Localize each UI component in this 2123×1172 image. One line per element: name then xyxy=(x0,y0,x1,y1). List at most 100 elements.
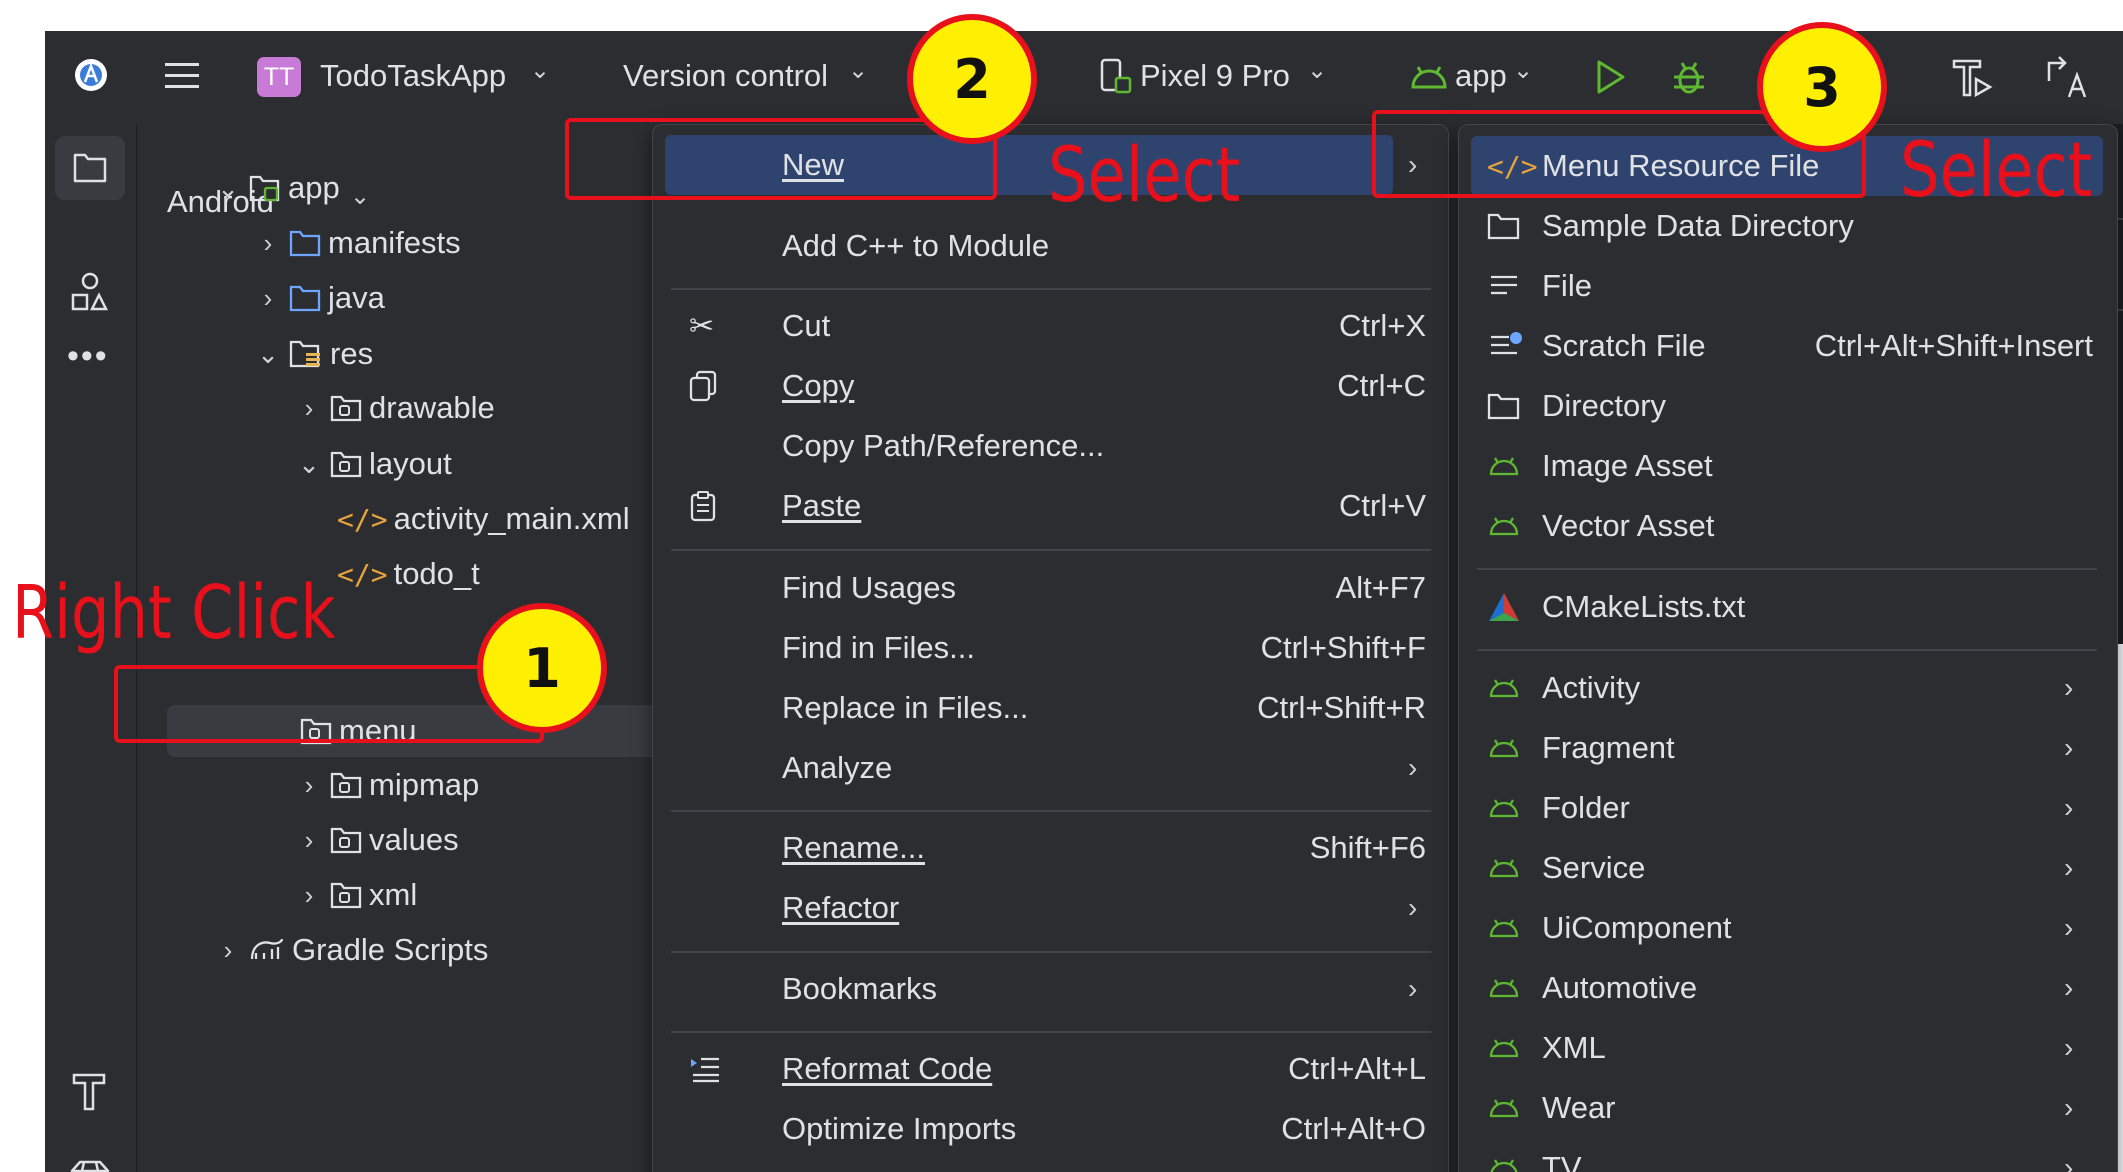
xml-file-icon: </> xyxy=(337,557,388,591)
chevron-down-icon[interactable]: ⌄ xyxy=(208,173,248,204)
tree-label: activity_main.xml xyxy=(393,501,630,536)
gemini-gem-icon[interactable] xyxy=(68,1159,112,1172)
menu-item-paste[interactable]: Paste Ctrl+V xyxy=(653,478,1448,534)
menu-item-tv[interactable]: TV › xyxy=(1459,1140,2117,1172)
vcs-widget[interactable]: Version control xyxy=(623,58,828,94)
chevron-right-icon[interactable]: › xyxy=(248,228,288,259)
menu-item-scratch-file[interactable]: Scratch File Ctrl+Alt+Shift+Insert xyxy=(1459,318,2117,374)
tree-item-layout[interactable]: ⌄ layout xyxy=(289,437,452,491)
tree-item-xml[interactable]: › xml xyxy=(289,868,418,922)
menu-item-analyze[interactable]: Analyze › xyxy=(653,740,1448,796)
chevron-right-icon[interactable]: › xyxy=(208,935,248,966)
tree-item-gradle-scripts[interactable]: › Gradle Scripts xyxy=(208,923,489,977)
resource-manager-icon[interactable] xyxy=(70,271,110,313)
package-folder-icon xyxy=(330,395,362,422)
tree-item-manifests[interactable]: › manifests xyxy=(248,216,461,270)
tree-item-values[interactable]: › values xyxy=(289,813,459,867)
chevron-right-icon[interactable]: › xyxy=(289,880,329,911)
menu-label: Cut xyxy=(782,308,831,343)
menu-item-activity[interactable]: Activity › xyxy=(1459,660,2117,716)
menu-label: Image Asset xyxy=(1542,448,1713,483)
tree-item-res[interactable]: ⌄ res xyxy=(248,327,373,381)
menu-item-cmakelists[interactable]: CMakeLists.txt xyxy=(1459,579,2117,635)
menu-item-xml[interactable]: XML › xyxy=(1459,1020,2117,1076)
project-view-chevron-down-icon[interactable]: ⌄ xyxy=(350,182,370,211)
menu-item-find-usages[interactable]: Find Usages Alt+F7 xyxy=(653,560,1448,616)
run-config-chevron-down-icon[interactable]: ⌄ xyxy=(1513,56,1533,85)
annotation-select-new: Select xyxy=(1048,130,1241,219)
android-run-config-icon[interactable] xyxy=(1410,63,1448,91)
package-folder-icon xyxy=(330,827,362,854)
tree-label: app xyxy=(288,170,340,205)
chevron-down-icon[interactable]: ⌄ xyxy=(248,339,288,370)
tree-item-java[interactable]: › java xyxy=(248,271,385,325)
menu-item-vector-asset[interactable]: Vector Asset xyxy=(1459,498,2117,554)
folder-icon xyxy=(289,285,321,312)
paste-clipboard-icon xyxy=(690,491,716,522)
tree-item-activity-main[interactable]: </> activity_main.xml xyxy=(337,492,630,546)
tree-label: xml xyxy=(369,877,418,912)
separator xyxy=(671,951,1431,953)
chevron-right-icon: › xyxy=(2064,852,2074,883)
tree-item-drawable[interactable]: › drawable xyxy=(289,381,495,435)
build-hammer-icon[interactable] xyxy=(1950,55,1996,99)
menu-item-fragment[interactable]: Fragment › xyxy=(1459,720,2117,776)
menu-item-reformat-code[interactable]: Reformat Code Ctrl+Alt+L xyxy=(653,1041,1448,1097)
menu-label: Bookmarks xyxy=(782,971,938,1006)
menu-label: Activity xyxy=(1542,670,1641,705)
menu-item-directory[interactable]: Directory xyxy=(1459,378,2117,434)
device-chevron-down-icon[interactable]: ⌄ xyxy=(1307,56,1327,85)
translate-action-icon[interactable] xyxy=(2045,53,2093,101)
module-folder-icon xyxy=(249,175,280,202)
build-tool-icon[interactable] xyxy=(70,1071,110,1113)
menu-item-file[interactable]: File xyxy=(1459,258,2117,314)
menu-item-cut[interactable]: ✂ Cut Ctrl+X xyxy=(653,298,1448,354)
vcs-chevron-down-icon[interactable]: ⌄ xyxy=(848,56,868,85)
menu-label: Analyze xyxy=(782,750,893,785)
menu-item-wear[interactable]: Wear › xyxy=(1459,1080,2117,1136)
chevron-right-icon[interactable]: › xyxy=(248,283,288,314)
chevron-down-icon[interactable]: ⌄ xyxy=(289,449,329,480)
shortcut-label: Ctrl+Shift+R xyxy=(1257,690,1426,725)
android-icon xyxy=(1490,1159,1518,1172)
menu-label: Find in Files... xyxy=(782,630,975,665)
run-config-selector[interactable]: app xyxy=(1455,58,1507,94)
menu-item-replace-in-files[interactable]: Replace in Files... Ctrl+Shift+R xyxy=(653,680,1448,736)
project-tool-button[interactable] xyxy=(55,136,125,200)
menu-item-bookmarks[interactable]: Bookmarks › xyxy=(653,961,1448,1017)
tree-item-todo-item[interactable]: </> todo_t xyxy=(337,547,480,601)
menu-item-image-asset[interactable]: Image Asset xyxy=(1459,438,2117,494)
device-icon[interactable] xyxy=(1098,58,1134,96)
menu-item-find-in-files[interactable]: Find in Files... Ctrl+Shift+F xyxy=(653,620,1448,676)
project-avatar[interactable]: TT xyxy=(257,57,301,97)
chevron-right-icon[interactable]: › xyxy=(289,825,329,856)
device-selector[interactable]: Pixel 9 Pro xyxy=(1140,58,1290,94)
menu-item-rename[interactable]: Rename... Shift+F6 xyxy=(653,820,1448,876)
menu-item-copy-path[interactable]: Copy Path/Reference... xyxy=(653,418,1448,474)
project-chevron-down-icon[interactable]: ⌄ xyxy=(530,56,550,85)
menu-label: Copy Path/Reference... xyxy=(782,428,1105,463)
tree-item-app[interactable]: ⌄ app xyxy=(208,161,340,215)
menu-label: Sample Data Directory xyxy=(1542,208,1854,243)
chevron-right-icon[interactable]: › xyxy=(289,393,329,424)
menu-item-refactor[interactable]: Refactor › xyxy=(653,880,1448,936)
project-name[interactable]: TodoTaskApp xyxy=(320,58,506,94)
menu-item-uicomponent[interactable]: UiComponent › xyxy=(1459,900,2117,956)
package-folder-icon xyxy=(330,882,362,909)
android-icon xyxy=(1489,457,1519,476)
more-tools-icon[interactable]: ••• xyxy=(67,337,109,376)
menu-item-copy[interactable]: Copy Ctrl+C xyxy=(653,358,1448,414)
menu-item-automotive[interactable]: Automotive › xyxy=(1459,960,2117,1016)
menu-item-service[interactable]: Service › xyxy=(1459,840,2117,896)
tree-item-mipmap[interactable]: › mipmap xyxy=(289,758,480,812)
android-studio-logo-icon[interactable] xyxy=(73,57,109,93)
chevron-right-icon[interactable]: › xyxy=(289,770,329,801)
menu-item-folder[interactable]: Folder › xyxy=(1459,780,2117,836)
main-menu-icon[interactable] xyxy=(163,59,203,93)
debug-icon[interactable] xyxy=(1670,57,1708,97)
separator xyxy=(671,1031,1431,1033)
menu-item-add-cpp[interactable]: Add C++ to Module xyxy=(653,218,1448,274)
menu-item-optimize-imports[interactable]: Optimize Imports Ctrl+Alt+O xyxy=(653,1101,1448,1157)
run-icon[interactable] xyxy=(1593,59,1627,95)
shortcut-label: Ctrl+X xyxy=(1339,308,1426,343)
